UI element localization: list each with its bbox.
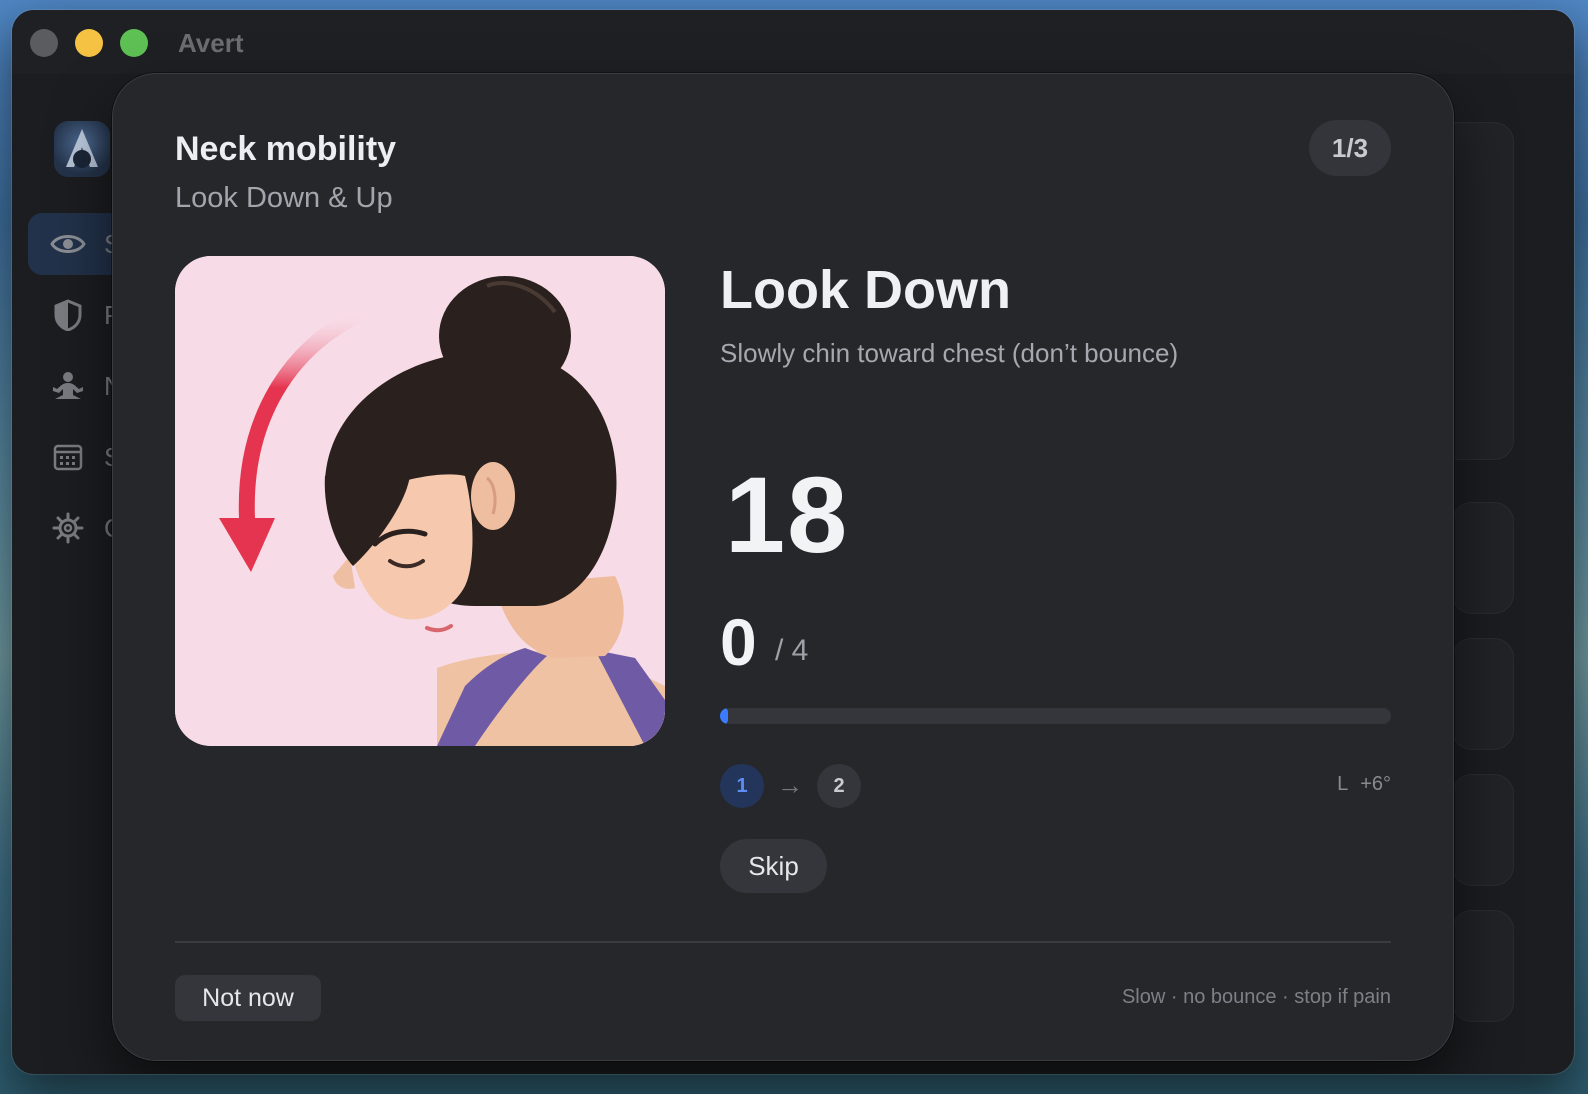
- background-card: [1452, 638, 1514, 750]
- meditation-icon: [48, 366, 88, 406]
- eye-icon: [48, 224, 88, 264]
- calendar-icon: [48, 437, 88, 477]
- phase-step-1: 1: [720, 764, 764, 808]
- exercise-instruction: Slowly chin toward chest (don’t bounce): [720, 338, 1179, 368]
- reps-completed: 0: [720, 605, 757, 679]
- not-now-button[interactable]: Not now: [175, 975, 321, 1021]
- safety-note: Slow · no bounce · stop if pain: [1121, 986, 1391, 1008]
- shield-icon: [48, 295, 88, 335]
- skip-button[interactable]: Skip: [720, 839, 827, 893]
- exercise-illustration: [175, 256, 665, 746]
- background-card: [1452, 774, 1514, 886]
- arrow-right-icon: →: [777, 770, 803, 800]
- gear-icon: [48, 508, 88, 548]
- phase-step-2: 2: [817, 764, 861, 808]
- countdown-timer: 18: [725, 454, 850, 575]
- app-logo: [54, 121, 110, 177]
- zoom-window-button[interactable]: [120, 29, 148, 57]
- routine-title: Neck mobility: [175, 130, 397, 168]
- app-window: Avert S P N: [12, 10, 1574, 1074]
- background-card: [1452, 910, 1514, 1022]
- exercise-modal: Neck mobility Look Down & Up 1/3 Look Do…: [112, 73, 1454, 1061]
- divider: [175, 941, 1391, 943]
- routine-subtitle: Look Down & Up: [175, 182, 393, 214]
- background-card: [1452, 502, 1514, 614]
- title-bar: Avert: [12, 10, 1574, 74]
- window-title: Avert: [178, 28, 244, 58]
- progress-bar-fill: [720, 708, 729, 724]
- close-window-button[interactable]: [30, 29, 58, 57]
- reps-total: / 4: [775, 634, 809, 667]
- step-indicator: 1/3: [1309, 120, 1391, 176]
- angle-value: +6°: [1360, 773, 1391, 795]
- minimize-window-button[interactable]: [75, 29, 103, 57]
- progress-bar: [720, 708, 1391, 724]
- exercise-name: Look Down: [720, 260, 1011, 320]
- angle-readout: L +6°: [1337, 773, 1391, 796]
- angle-side: L: [1337, 773, 1349, 795]
